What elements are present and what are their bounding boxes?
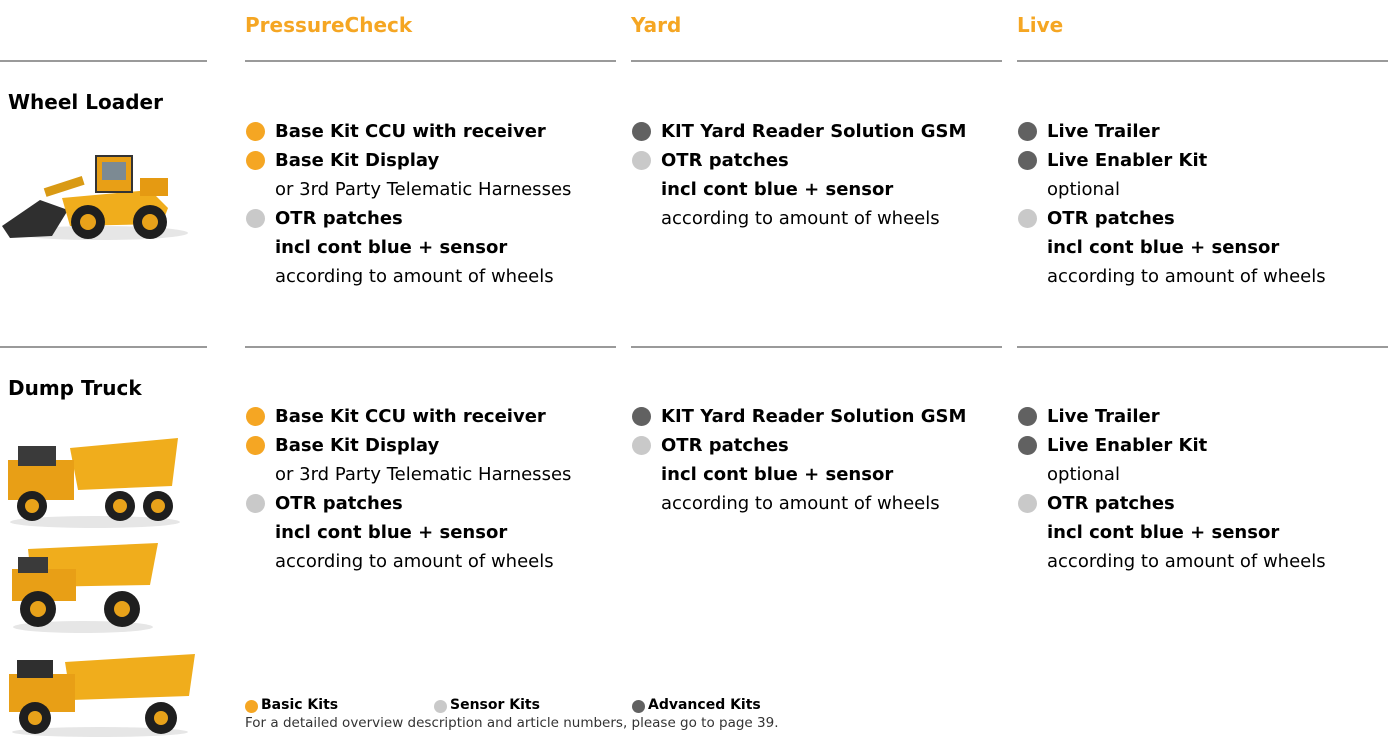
divider <box>1017 60 1388 62</box>
vehicle-title-wheel-loader: Wheel Loader <box>8 90 163 114</box>
divider <box>631 60 1002 62</box>
vehicle-title-dump-truck: Dump Truck <box>8 376 142 400</box>
pressurecheck-list-dump-truck: Base Kit CCU with receiver Base Kit Disp… <box>245 402 571 576</box>
basic-kit-dot-icon <box>246 436 265 455</box>
live-list-wheel-loader: Live Trailer Live Enabler Kit optional O… <box>1017 117 1326 291</box>
rigid-dump-truck-image <box>12 543 158 633</box>
list-item: according to amount of wheels <box>661 493 940 514</box>
list-item: KIT Yard Reader Solution GSM <box>631 402 966 431</box>
divider <box>0 346 207 348</box>
legend-item-basic: Basic Kits <box>245 697 338 713</box>
advanced-kit-dot-icon <box>1018 407 1037 426</box>
mining-truck-image <box>9 654 195 737</box>
list-item: incl cont blue + sensor <box>275 237 508 258</box>
advanced-kit-dot-icon <box>1018 151 1037 170</box>
sensor-kit-dot-icon <box>246 494 265 513</box>
wheel-loader-image <box>2 155 188 240</box>
list-item: OTR patches <box>631 431 966 460</box>
list-item: or 3rd Party Telematic Harnesses <box>275 179 572 200</box>
list-item: Live Trailer <box>1017 402 1326 431</box>
list-item: optional <box>1047 464 1120 485</box>
list-item: OTR patches <box>1017 204 1326 233</box>
list-item: KIT Yard Reader Solution GSM <box>631 117 966 146</box>
list-item: incl cont blue + sensor <box>661 464 894 485</box>
live-list-dump-truck: Live Trailer Live Enabler Kit optional O… <box>1017 402 1326 576</box>
divider <box>1017 346 1388 348</box>
sensor-kit-dot-icon <box>632 436 651 455</box>
sensor-kit-dot-icon <box>1018 209 1037 228</box>
list-item: according to amount of wheels <box>275 551 554 572</box>
divider <box>0 60 207 62</box>
list-item: according to amount of wheels <box>275 266 554 287</box>
column-title-yard: Yard <box>631 13 682 37</box>
list-item: or 3rd Party Telematic Harnesses <box>275 464 572 485</box>
list-item: OTR patches <box>1017 489 1326 518</box>
list-item: Live Enabler Kit <box>1017 431 1326 460</box>
list-item: incl cont blue + sensor <box>661 179 894 200</box>
dump-truck-image <box>8 438 180 528</box>
list-item: Base Kit Display <box>245 431 571 460</box>
column-title-live: Live <box>1017 13 1064 37</box>
advanced-kit-dot-icon <box>632 122 651 141</box>
list-item: OTR patches <box>245 489 571 518</box>
basic-kit-dot-icon <box>245 700 258 713</box>
basic-kit-dot-icon <box>246 407 265 426</box>
sensor-kit-dot-icon <box>434 700 447 713</box>
advanced-kit-dot-icon <box>632 700 645 713</box>
basic-kit-dot-icon <box>246 151 265 170</box>
sensor-kit-dot-icon <box>632 151 651 170</box>
basic-kit-dot-icon <box>246 122 265 141</box>
advanced-kit-dot-icon <box>1018 436 1037 455</box>
divider <box>245 346 616 348</box>
list-item: Base Kit CCU with receiver <box>245 117 571 146</box>
list-item: Base Kit CCU with receiver <box>245 402 571 431</box>
list-item: incl cont blue + sensor <box>1047 237 1280 258</box>
pressurecheck-list-wheel-loader: Base Kit CCU with receiver Base Kit Disp… <box>245 117 571 291</box>
list-item: Base Kit Display <box>245 146 571 175</box>
legend-item-sensor: Sensor Kits <box>434 697 540 713</box>
list-item: incl cont blue + sensor <box>1047 522 1280 543</box>
list-item: OTR patches <box>245 204 571 233</box>
divider <box>245 60 616 62</box>
list-item: Live Trailer <box>1017 117 1326 146</box>
list-item: OTR patches <box>631 146 966 175</box>
footnote: For a detailed overview description and … <box>245 715 779 731</box>
advanced-kit-dot-icon <box>1018 122 1037 141</box>
list-item: incl cont blue + sensor <box>275 522 508 543</box>
list-item: according to amount of wheels <box>1047 266 1326 287</box>
list-item: Live Enabler Kit <box>1017 146 1326 175</box>
list-item: optional <box>1047 179 1120 200</box>
advanced-kit-dot-icon <box>632 407 651 426</box>
yard-list-wheel-loader: KIT Yard Reader Solution GSM OTR patches… <box>631 117 966 233</box>
yard-list-dump-truck: KIT Yard Reader Solution GSM OTR patches… <box>631 402 966 518</box>
column-title-pressurecheck: PressureCheck <box>245 13 413 37</box>
sensor-kit-dot-icon <box>1018 494 1037 513</box>
sensor-kit-dot-icon <box>246 209 265 228</box>
divider <box>631 346 1002 348</box>
legend-item-advanced: Advanced Kits <box>632 697 761 713</box>
list-item: according to amount of wheels <box>661 208 940 229</box>
list-item: according to amount of wheels <box>1047 551 1326 572</box>
